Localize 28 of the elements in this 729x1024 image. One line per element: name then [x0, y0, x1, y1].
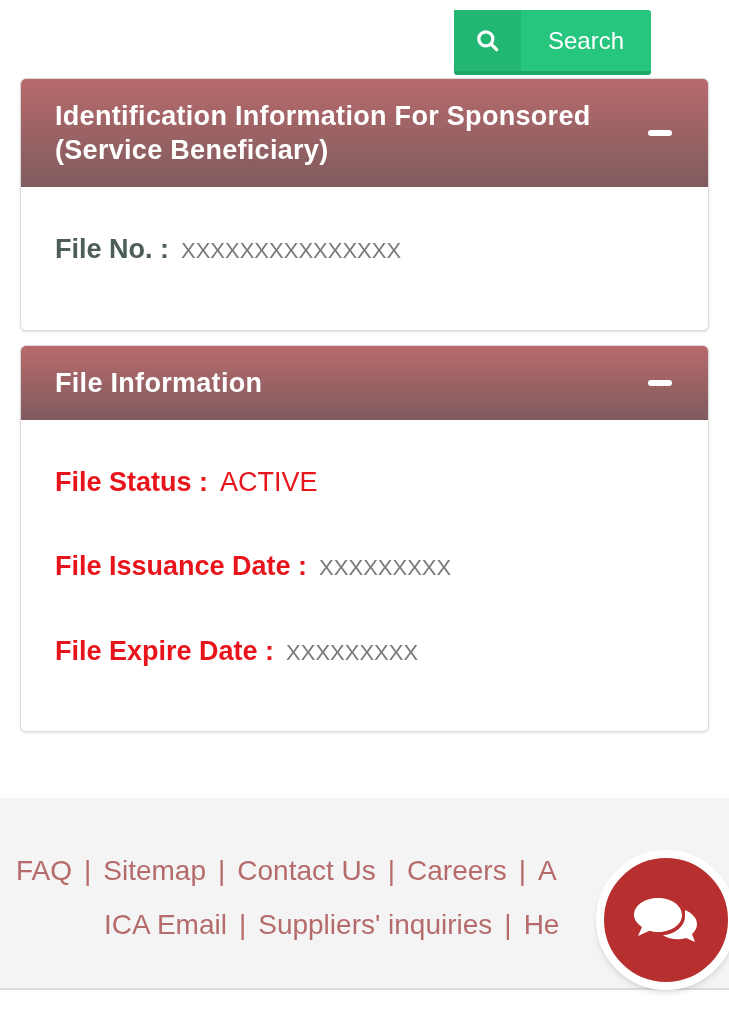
footer-link[interactable]: Contact Us — [237, 850, 376, 892]
link-separator: | — [504, 908, 512, 942]
footer-link[interactable]: Careers — [407, 850, 507, 892]
panel-title: Identification Information For Sponsored (Service Beneficiary) — [55, 100, 592, 167]
field-label: File Issuance Date : — [55, 550, 308, 583]
panel-title: File Information — [55, 366, 263, 400]
footer-link[interactable]: A — [537, 850, 557, 892]
field-label: File Expire Date : — [55, 634, 275, 668]
field-value: ACTIVE — [220, 465, 318, 499]
link-separator: | — [218, 854, 226, 888]
panel-header[interactable]: File Information — [21, 345, 708, 420]
link-separator: | — [238, 908, 247, 942]
field-label: File Status : — [55, 465, 209, 499]
search-button[interactable]: Search — [454, 10, 651, 75]
footer-link[interactable]: Sitemap — [103, 850, 206, 892]
footer-link[interactable]: ICA Email — [104, 904, 227, 946]
field-value: XXXXXXXXX — [319, 554, 452, 582]
field-label: File No. : — [55, 233, 169, 266]
footer-link[interactable]: FAQ — [16, 850, 72, 892]
search-icon — [454, 10, 521, 71]
panel-header[interactable]: Identification Information For Sponsored (Service Beneficiary) — [21, 79, 708, 187]
link-separator: | — [84, 854, 92, 888]
footer-link[interactable]: Suppliers' inquiries — [258, 904, 493, 946]
field-value: XXXXXXXXXXXXXXX — [181, 237, 402, 265]
footer-link[interactable]: He — [523, 904, 560, 946]
link-separator: | — [387, 854, 396, 888]
link-separator: | — [518, 854, 526, 888]
field-value: XXXXXXXXX — [286, 638, 419, 667]
